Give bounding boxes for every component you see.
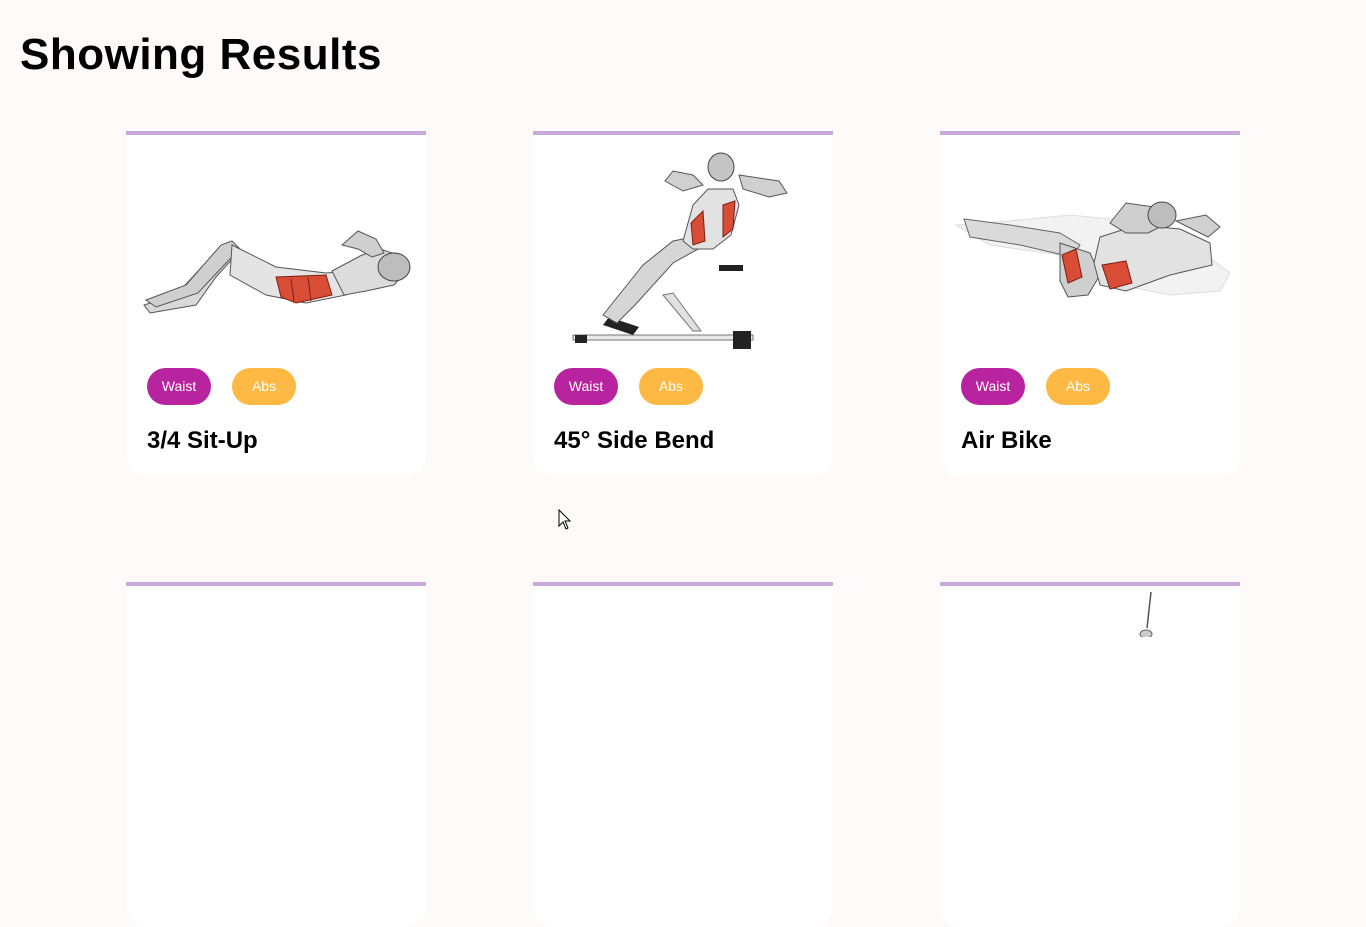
body-part-tag[interactable]: Waist xyxy=(961,368,1025,405)
exercise-card[interactable]: Waist Abs 3/4 Sit-Up xyxy=(126,131,426,476)
target-muscle-tag[interactable]: Abs xyxy=(1046,368,1110,405)
exercise-name: Air Bike xyxy=(961,427,1052,454)
exercise-name: 45° Side Bend xyxy=(554,427,715,454)
side-bend-illustration xyxy=(572,152,788,349)
exercise-card[interactable] xyxy=(126,582,426,927)
body-part-tag[interactable]: Waist xyxy=(147,368,211,405)
target-muscle-tag[interactable]: Abs xyxy=(639,368,703,405)
exercise-card[interactable]: Waist Abs Air Bike xyxy=(940,131,1240,476)
exercise-card[interactable] xyxy=(940,582,1240,927)
exercise-card[interactable] xyxy=(533,582,833,927)
cable-exercise-illustration xyxy=(1139,592,1153,637)
sit-up-illustration xyxy=(143,230,411,314)
body-part-tag[interactable]: Waist xyxy=(554,368,618,405)
page-title: Showing Results xyxy=(20,30,382,79)
air-bike-illustration xyxy=(954,201,1230,298)
exercise-name: 3/4 Sit-Up xyxy=(147,427,258,454)
target-muscle-tag[interactable]: Abs xyxy=(232,368,296,405)
exercise-card[interactable]: Waist Abs 45° Side Bend xyxy=(533,131,833,476)
mouse-cursor-icon xyxy=(558,509,572,530)
